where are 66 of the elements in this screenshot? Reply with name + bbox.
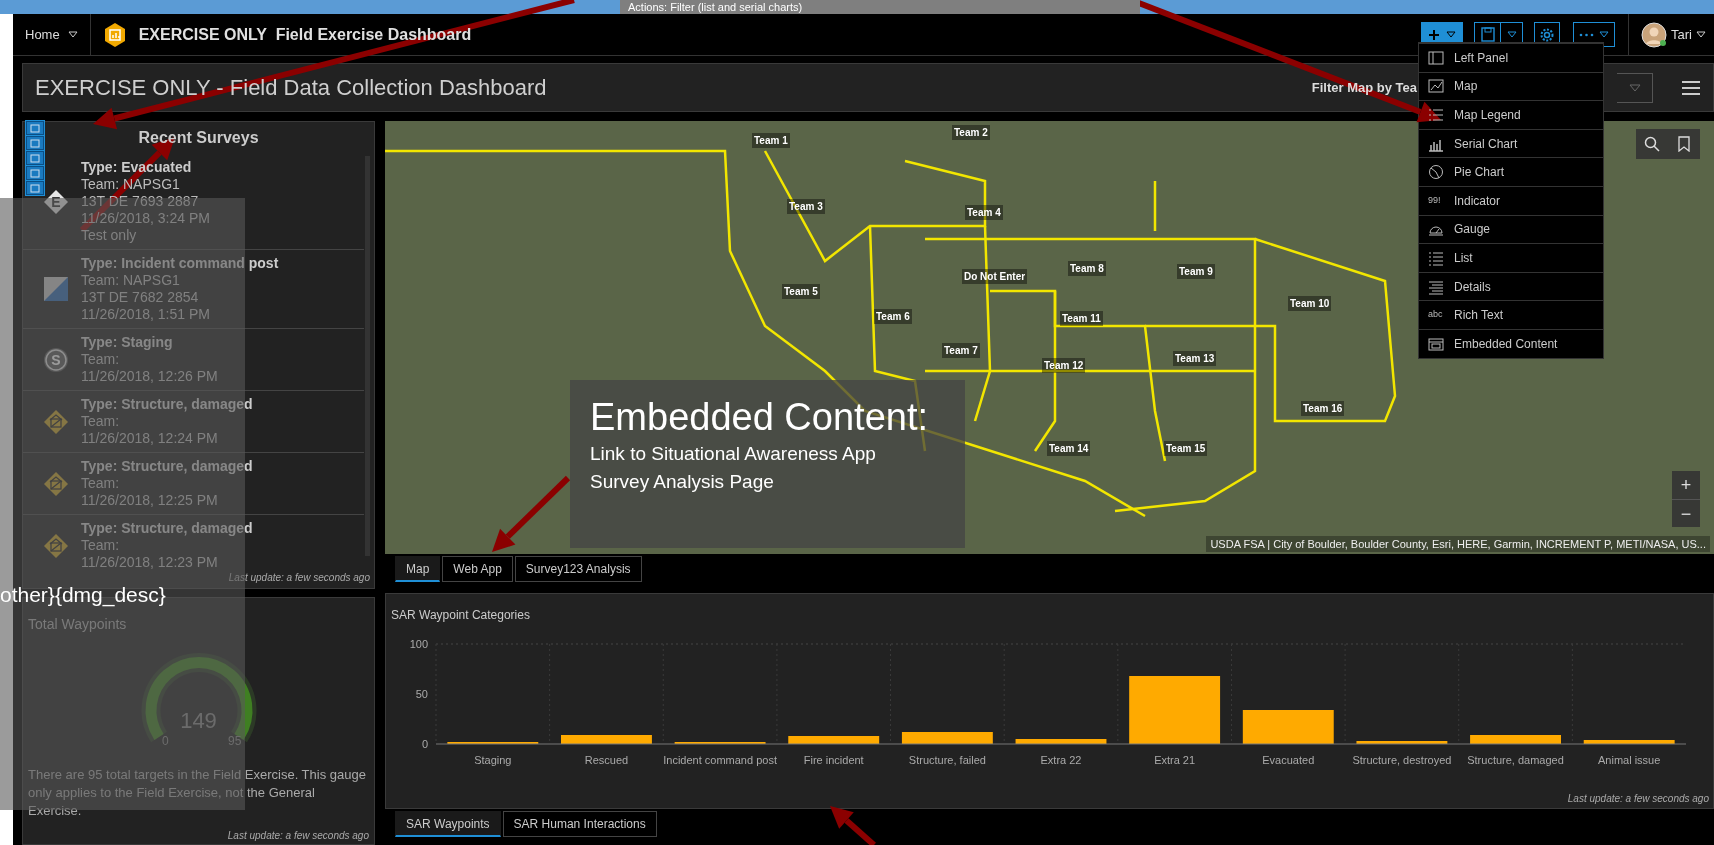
menu-glyph: 99! bbox=[1428, 194, 1442, 207]
map-label: Team 5 bbox=[782, 284, 820, 299]
map-attribution: USDA FSA | City of Boulder, Boulder County, Esri, HERE, Garmin, INCREMENT P, METI/NASA, US... bbox=[1206, 535, 1710, 552]
menu-glyph: abc bbox=[1428, 308, 1444, 322]
axis-category-label: Structure, damaged bbox=[1467, 754, 1564, 766]
panel-title: SAR Waypoint Categories bbox=[391, 608, 530, 622]
map-label: Team 10 bbox=[1288, 296, 1332, 311]
map-label: Team 6 bbox=[874, 309, 912, 324]
survey-detail: 11/26/2018, 12:26 PM bbox=[81, 368, 218, 385]
axis-category-label: Animal issue bbox=[1598, 754, 1661, 766]
map-label: Team 4 bbox=[965, 205, 1003, 220]
overlay-text: other}{dmg_desc} bbox=[0, 583, 166, 607]
map-label: Team 15 bbox=[1164, 441, 1208, 456]
last-update-text: Last update: a few seconds ago bbox=[226, 829, 369, 843]
axis-category-label: Evacuated bbox=[1262, 754, 1315, 766]
last-update-text: Last update: a few seconds ago bbox=[227, 571, 371, 585]
callout-text: Link to Situational Awareness App bbox=[590, 442, 876, 466]
map-label: Team 14 bbox=[1047, 441, 1091, 456]
map-label: Team 1 bbox=[752, 133, 790, 148]
survey-type: Type: Structure, damaged bbox=[81, 458, 253, 475]
survey-detail: 11/26/2018, 12:23 PM bbox=[81, 554, 219, 570]
survey-detail: 11/26/2018, 12:25 PM bbox=[81, 492, 219, 509]
survey-type: Type: Incident command post bbox=[81, 255, 279, 272]
axis-category-label: Rescued bbox=[584, 754, 629, 766]
survey-type: Type: Staging bbox=[81, 334, 174, 351]
axis-category-label: Structure, failed bbox=[908, 754, 986, 766]
axis-tick-label: 100 bbox=[409, 638, 428, 650]
survey-detail: 11/26/2018, 3:24 PM bbox=[81, 210, 210, 227]
lettered-circle-icon: S bbox=[43, 346, 69, 373]
survey-detail: 11/26/2018, 12:24 PM bbox=[81, 430, 219, 447]
survey-type: Type: Structure, damaged bbox=[81, 520, 253, 537]
map-label: Team 2 bbox=[952, 125, 990, 140]
axis-category-label: Staging bbox=[474, 754, 512, 766]
axis-category-label: Extra 21 bbox=[1154, 754, 1196, 766]
axis-tick-label: 0 bbox=[421, 738, 428, 750]
survey-detail: Test only bbox=[81, 227, 138, 244]
map-label: Team 7 bbox=[942, 343, 980, 358]
axis-category-label: Structure, destroyed bbox=[1352, 754, 1452, 766]
survey-detail: 13T DE 7693 2887 bbox=[81, 193, 200, 210]
map-label: Team 9 bbox=[1177, 264, 1215, 279]
filter-label: Filter Map by Tea bbox=[1311, 78, 1417, 97]
callout-title: Embedded Content: bbox=[590, 395, 928, 440]
axis-category-label: Fire incident bbox=[803, 754, 864, 766]
map-label: Do Not Enter bbox=[962, 269, 1028, 284]
survey-detail: Team: bbox=[81, 537, 121, 554]
survey-detail: Team: NAPSG1 bbox=[81, 272, 181, 289]
survey-detail: 11/26/2018, 1:51 PM bbox=[81, 306, 211, 323]
axis-tick-label: 50 bbox=[415, 688, 428, 700]
last-update-text: Last update: a few seconds ago bbox=[1567, 792, 1709, 806]
map-label: Team 13 bbox=[1173, 351, 1217, 366]
slide-caption: Actions: Filter (list and serial charts) bbox=[620, 0, 1140, 14]
map-label: Team 8 bbox=[1068, 261, 1106, 276]
lettered-diamond-icon: E bbox=[43, 188, 69, 215]
axis-category-label: Extra 22 bbox=[1040, 754, 1082, 766]
survey-detail: 13T DE 7682 2854 bbox=[81, 289, 200, 306]
map-label: Team 12 bbox=[1042, 358, 1086, 373]
survey-detail: Team: bbox=[81, 351, 121, 368]
survey-detail: Team: bbox=[81, 413, 121, 430]
axis-category-label: Incident command post bbox=[663, 754, 777, 766]
survey-detail: Team: bbox=[81, 475, 121, 492]
panel-title: Recent Surveys bbox=[138, 128, 259, 148]
survey-type: Type: Structure, damaged bbox=[81, 396, 253, 413]
map-label: Team 16 bbox=[1301, 401, 1345, 416]
map-label: Team 3 bbox=[787, 199, 825, 214]
callout-text: Survey Analysis Page bbox=[590, 470, 774, 494]
map-label: Team 11 bbox=[1060, 311, 1103, 326]
